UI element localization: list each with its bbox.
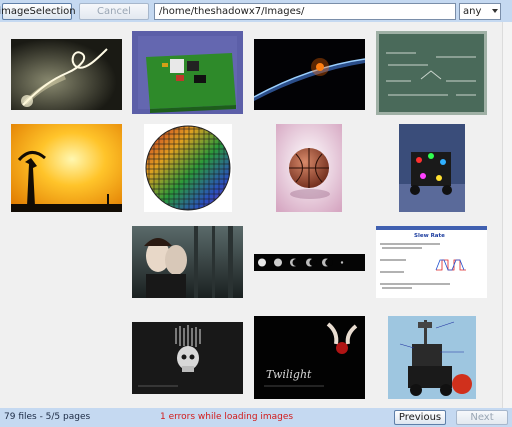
- sunset-silhouette-image: [11, 124, 122, 212]
- thumb-circuit-board[interactable]: [132, 31, 243, 114]
- thumb-earth-horizon[interactable]: [254, 39, 365, 110]
- page-summary: 79 files - 5/5 pages: [4, 412, 91, 422]
- circuit-board-image: [132, 31, 243, 114]
- thumb-basketball[interactable]: [276, 124, 342, 212]
- thumb-chalkboard[interactable]: [376, 31, 487, 115]
- twilight-apple-image: Twilight: [254, 316, 365, 399]
- thumb-silicon-wafer[interactable]: [144, 124, 232, 212]
- toolbar: imageSelection Cancel /home/theshadowx7/…: [0, 0, 512, 22]
- apple-title: Twilight: [266, 368, 312, 381]
- file-filter-select[interactable]: any: [459, 3, 501, 20]
- chevron-down-icon: [492, 9, 498, 13]
- scrollbar[interactable]: [502, 22, 512, 408]
- thumb-robot-diagram[interactable]: [388, 316, 476, 399]
- thumb-light-swirl[interactable]: [11, 39, 122, 110]
- silicon-wafer-image: [144, 124, 232, 212]
- slide-title: Slew Rate: [414, 233, 445, 239]
- robot-leds-image: [399, 124, 465, 212]
- moon-phases-image: [254, 254, 365, 271]
- light-swirl-image: [11, 39, 122, 110]
- basketball-image: [276, 124, 342, 212]
- cancel-button[interactable]: Cancel: [79, 3, 149, 20]
- thumb-skull-art[interactable]: [132, 322, 243, 394]
- thumb-moon-phases[interactable]: [254, 254, 365, 271]
- thumb-twilight-apple[interactable]: Twilight: [254, 316, 365, 399]
- twilight-poster-image: [132, 226, 243, 298]
- path-input[interactable]: /home/theshadowx7/Images/: [154, 3, 456, 20]
- error-message: 1 errors while loading images: [160, 412, 294, 422]
- earth-horizon-image: [254, 39, 365, 110]
- slew-rate-slide-image: Slew Rate: [376, 226, 487, 298]
- thumb-sunset-silhouette[interactable]: [11, 124, 122, 212]
- next-button[interactable]: Next: [456, 410, 508, 425]
- thumb-twilight-poster[interactable]: [132, 226, 243, 298]
- skull-art-image: [132, 322, 243, 394]
- status-bar: 79 files - 5/5 pages 1 errors while load…: [0, 408, 512, 427]
- previous-button[interactable]: Previous: [394, 410, 446, 425]
- robot-diagram-image: [388, 316, 476, 399]
- file-filter-value: any: [463, 6, 482, 17]
- thumb-robot-leds[interactable]: [399, 124, 465, 212]
- image-selection-button[interactable]: imageSelection: [0, 3, 76, 20]
- chalkboard-image: [376, 31, 487, 115]
- thumb-slew-rate-slide[interactable]: Slew Rate: [376, 226, 487, 298]
